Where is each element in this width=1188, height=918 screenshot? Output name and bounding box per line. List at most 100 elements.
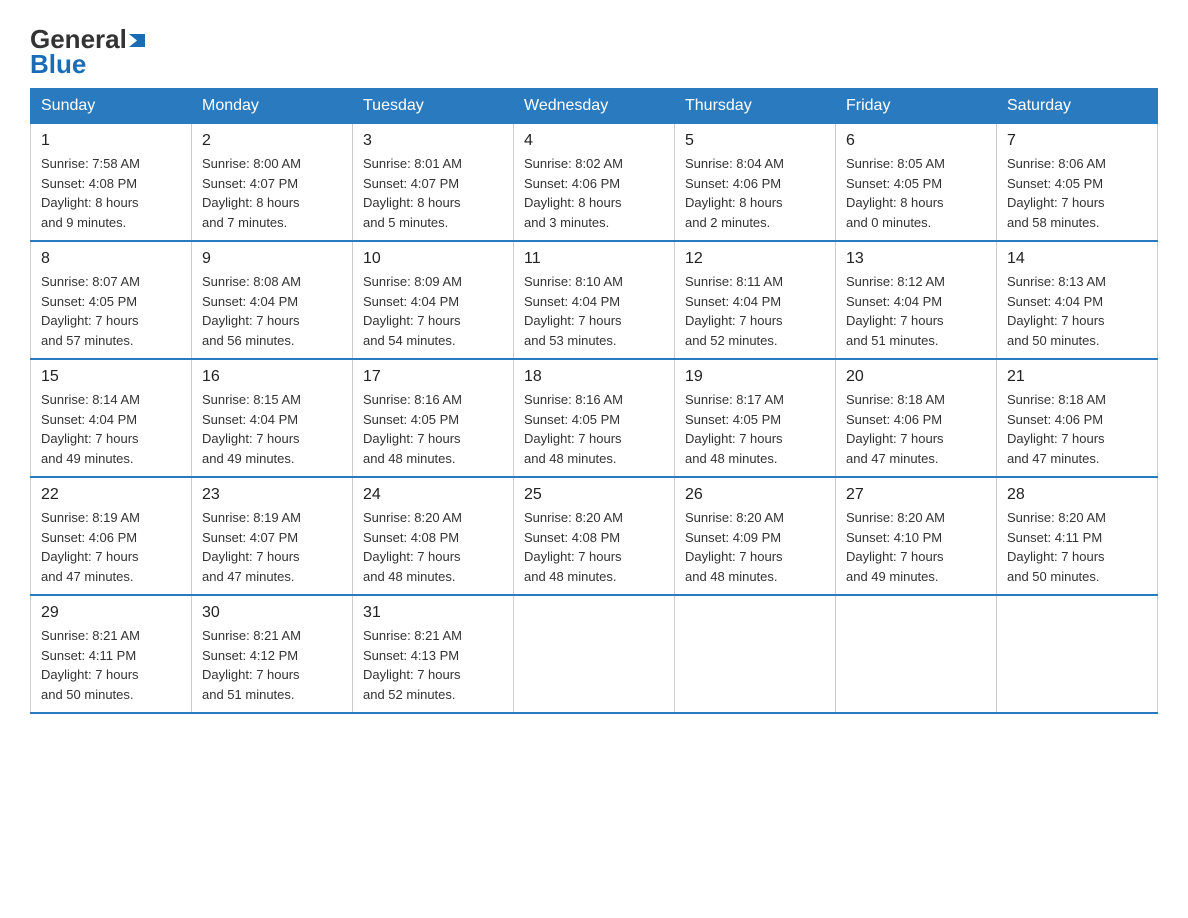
day-number: 5: [685, 132, 825, 150]
calendar-cell: 20Sunrise: 8:18 AMSunset: 4:06 PMDayligh…: [836, 359, 997, 477]
calendar-cell: 28Sunrise: 8:20 AMSunset: 4:11 PMDayligh…: [997, 477, 1158, 595]
day-number: 31: [363, 604, 503, 622]
calendar-cell: 18Sunrise: 8:16 AMSunset: 4:05 PMDayligh…: [514, 359, 675, 477]
day-info: Sunrise: 8:17 AMSunset: 4:05 PMDaylight:…: [685, 390, 825, 468]
calendar-cell: 27 Sunrise: 8:20 AMSunset: 4:10 PMDayligh…: [836, 477, 997, 595]
day-info: Sunrise: 8:16 AMSunset: 4:05 PMDaylight:…: [363, 390, 503, 468]
day-info: Sunrise: 8:08 AMSunset: 4:04 PMDaylight:…: [202, 272, 342, 350]
day-number: 17: [363, 368, 503, 386]
day-info: Sunrise: 8:09 AMSunset: 4:04 PMDaylight:…: [363, 272, 503, 350]
calendar-cell: 29Sunrise: 8:21 AMSunset: 4:11 PMDayligh…: [31, 595, 192, 713]
day-number: 29: [41, 604, 181, 622]
calendar-cell: 12 Sunrise: 8:11 AMSunset: 4:04 PMDayligh…: [675, 241, 836, 359]
day-info: Sunrise: 8:01 AMSunset: 4:07 PMDaylight:…: [363, 154, 503, 232]
calendar-body: 1 Sunrise: 7:58 AMSunset: 4:08 PMDaylight…: [31, 124, 1158, 714]
day-number: 6: [846, 132, 986, 150]
calendar-cell: 1 Sunrise: 7:58 AMSunset: 4:08 PMDaylight…: [31, 124, 192, 242]
weekday-header-sunday: Sunday: [31, 89, 192, 124]
day-info: Sunrise: 8:11 AMSunset: 4:04 PMDaylight:…: [685, 272, 825, 350]
day-info: Sunrise: 8:14 AMSunset: 4:04 PMDaylight:…: [41, 390, 181, 468]
calendar-cell: 19 Sunrise: 8:17 AMSunset: 4:05 PMDayligh…: [675, 359, 836, 477]
day-number: 22: [41, 486, 181, 504]
day-info: Sunrise: 8:20 AMSunset: 4:08 PMDaylight:…: [363, 508, 503, 586]
day-number: 8: [41, 250, 181, 268]
calendar-cell: 5 Sunrise: 8:04 AMSunset: 4:06 PMDaylight…: [675, 124, 836, 242]
day-number: 15: [41, 368, 181, 386]
day-info: Sunrise: 8:02 AMSunset: 4:06 PMDaylight:…: [524, 154, 664, 232]
day-info: Sunrise: 8:20 AMSunset: 4:09 PMDaylight:…: [685, 508, 825, 586]
weekday-header-row: SundayMondayTuesdayWednesdayThursdayFrid…: [31, 89, 1158, 124]
calendar-cell: 6 Sunrise: 8:05 AMSunset: 4:05 PMDaylight…: [836, 124, 997, 242]
day-number: 7: [1007, 132, 1147, 150]
day-info: Sunrise: 8:18 AMSunset: 4:06 PMDaylight:…: [1007, 390, 1147, 468]
day-number: 19: [685, 368, 825, 386]
calendar-cell: 26 Sunrise: 8:20 AMSunset: 4:09 PMDayligh…: [675, 477, 836, 595]
day-number: 9: [202, 250, 342, 268]
day-info: Sunrise: 7:58 AMSunset: 4:08 PMDaylight:…: [41, 154, 181, 232]
day-info: Sunrise: 8:13 AMSunset: 4:04 PMDaylight:…: [1007, 272, 1147, 350]
day-number: 25: [524, 486, 664, 504]
day-number: 24: [363, 486, 503, 504]
day-info: Sunrise: 8:12 AMSunset: 4:04 PMDaylight:…: [846, 272, 986, 350]
weekday-header-wednesday: Wednesday: [514, 89, 675, 124]
day-number: 12: [685, 250, 825, 268]
calendar-cell: [514, 595, 675, 713]
weekday-header-tuesday: Tuesday: [353, 89, 514, 124]
calendar-cell: 23 Sunrise: 8:19 AMSunset: 4:07 PMDayligh…: [192, 477, 353, 595]
day-number: 23: [202, 486, 342, 504]
calendar-cell: 3 Sunrise: 8:01 AMSunset: 4:07 PMDaylight…: [353, 124, 514, 242]
calendar-cell: 22 Sunrise: 8:19 AMSunset: 4:06 PMDayligh…: [31, 477, 192, 595]
day-info: Sunrise: 8:07 AMSunset: 4:05 PMDaylight:…: [41, 272, 181, 350]
calendar-cell: 31Sunrise: 8:21 AMSunset: 4:13 PMDayligh…: [353, 595, 514, 713]
calendar-cell: 25 Sunrise: 8:20 AMSunset: 4:08 PMDayligh…: [514, 477, 675, 595]
calendar-cell: 30 Sunrise: 8:21 AMSunset: 4:12 PMDayligh…: [192, 595, 353, 713]
calendar-cell: 9 Sunrise: 8:08 AMSunset: 4:04 PMDaylight…: [192, 241, 353, 359]
calendar-table: SundayMondayTuesdayWednesdayThursdayFrid…: [30, 88, 1158, 714]
day-info: Sunrise: 8:00 AMSunset: 4:07 PMDaylight:…: [202, 154, 342, 232]
logo-blue-text: Blue: [30, 50, 145, 79]
day-info: Sunrise: 8:06 AMSunset: 4:05 PMDaylight:…: [1007, 154, 1147, 232]
day-info: Sunrise: 8:05 AMSunset: 4:05 PMDaylight:…: [846, 154, 986, 232]
page-header: General Blue: [30, 20, 1158, 78]
day-info: Sunrise: 8:20 AMSunset: 4:11 PMDaylight:…: [1007, 508, 1147, 586]
day-number: 20: [846, 368, 986, 386]
day-info: Sunrise: 8:19 AMSunset: 4:07 PMDaylight:…: [202, 508, 342, 586]
day-number: 27: [846, 486, 986, 504]
calendar-cell: [675, 595, 836, 713]
day-info: Sunrise: 8:04 AMSunset: 4:06 PMDaylight:…: [685, 154, 825, 232]
day-number: 18: [524, 368, 664, 386]
calendar-cell: 10 Sunrise: 8:09 AMSunset: 4:04 PMDayligh…: [353, 241, 514, 359]
day-number: 30: [202, 604, 342, 622]
calendar-cell: [997, 595, 1158, 713]
day-number: 4: [524, 132, 664, 150]
calendar-cell: 8 Sunrise: 8:07 AMSunset: 4:05 PMDaylight…: [31, 241, 192, 359]
weekday-header-thursday: Thursday: [675, 89, 836, 124]
day-info: Sunrise: 8:20 AMSunset: 4:10 PMDaylight:…: [846, 508, 986, 586]
weekday-header-saturday: Saturday: [997, 89, 1158, 124]
calendar-cell: 15 Sunrise: 8:14 AMSunset: 4:04 PMDayligh…: [31, 359, 192, 477]
day-number: 14: [1007, 250, 1147, 268]
calendar-week-5: 29Sunrise: 8:21 AMSunset: 4:11 PMDayligh…: [31, 595, 1158, 713]
calendar-cell: 7 Sunrise: 8:06 AMSunset: 4:05 PMDaylight…: [997, 124, 1158, 242]
calendar-cell: 17 Sunrise: 8:16 AMSunset: 4:05 PMDayligh…: [353, 359, 514, 477]
day-info: Sunrise: 8:20 AMSunset: 4:08 PMDaylight:…: [524, 508, 664, 586]
day-number: 10: [363, 250, 503, 268]
day-number: 1: [41, 132, 181, 150]
day-info: Sunrise: 8:21 AMSunset: 4:12 PMDaylight:…: [202, 626, 342, 704]
day-number: 16: [202, 368, 342, 386]
logo-chevron-icon2: [129, 34, 145, 47]
weekday-header-friday: Friday: [836, 89, 997, 124]
day-number: 26: [685, 486, 825, 504]
day-info: Sunrise: 8:19 AMSunset: 4:06 PMDaylight:…: [41, 508, 181, 586]
calendar-cell: 16Sunrise: 8:15 AMSunset: 4:04 PMDayligh…: [192, 359, 353, 477]
day-number: 3: [363, 132, 503, 150]
day-number: 13: [846, 250, 986, 268]
calendar-cell: [836, 595, 997, 713]
day-info: Sunrise: 8:10 AMSunset: 4:04 PMDaylight:…: [524, 272, 664, 350]
weekday-header-monday: Monday: [192, 89, 353, 124]
day-number: 21: [1007, 368, 1147, 386]
calendar-week-3: 15 Sunrise: 8:14 AMSunset: 4:04 PMDayligh…: [31, 359, 1158, 477]
calendar-cell: 14 Sunrise: 8:13 AMSunset: 4:04 PMDayligh…: [997, 241, 1158, 359]
logo: General Blue: [30, 25, 145, 78]
calendar-header: SundayMondayTuesdayWednesdayThursdayFrid…: [31, 89, 1158, 124]
